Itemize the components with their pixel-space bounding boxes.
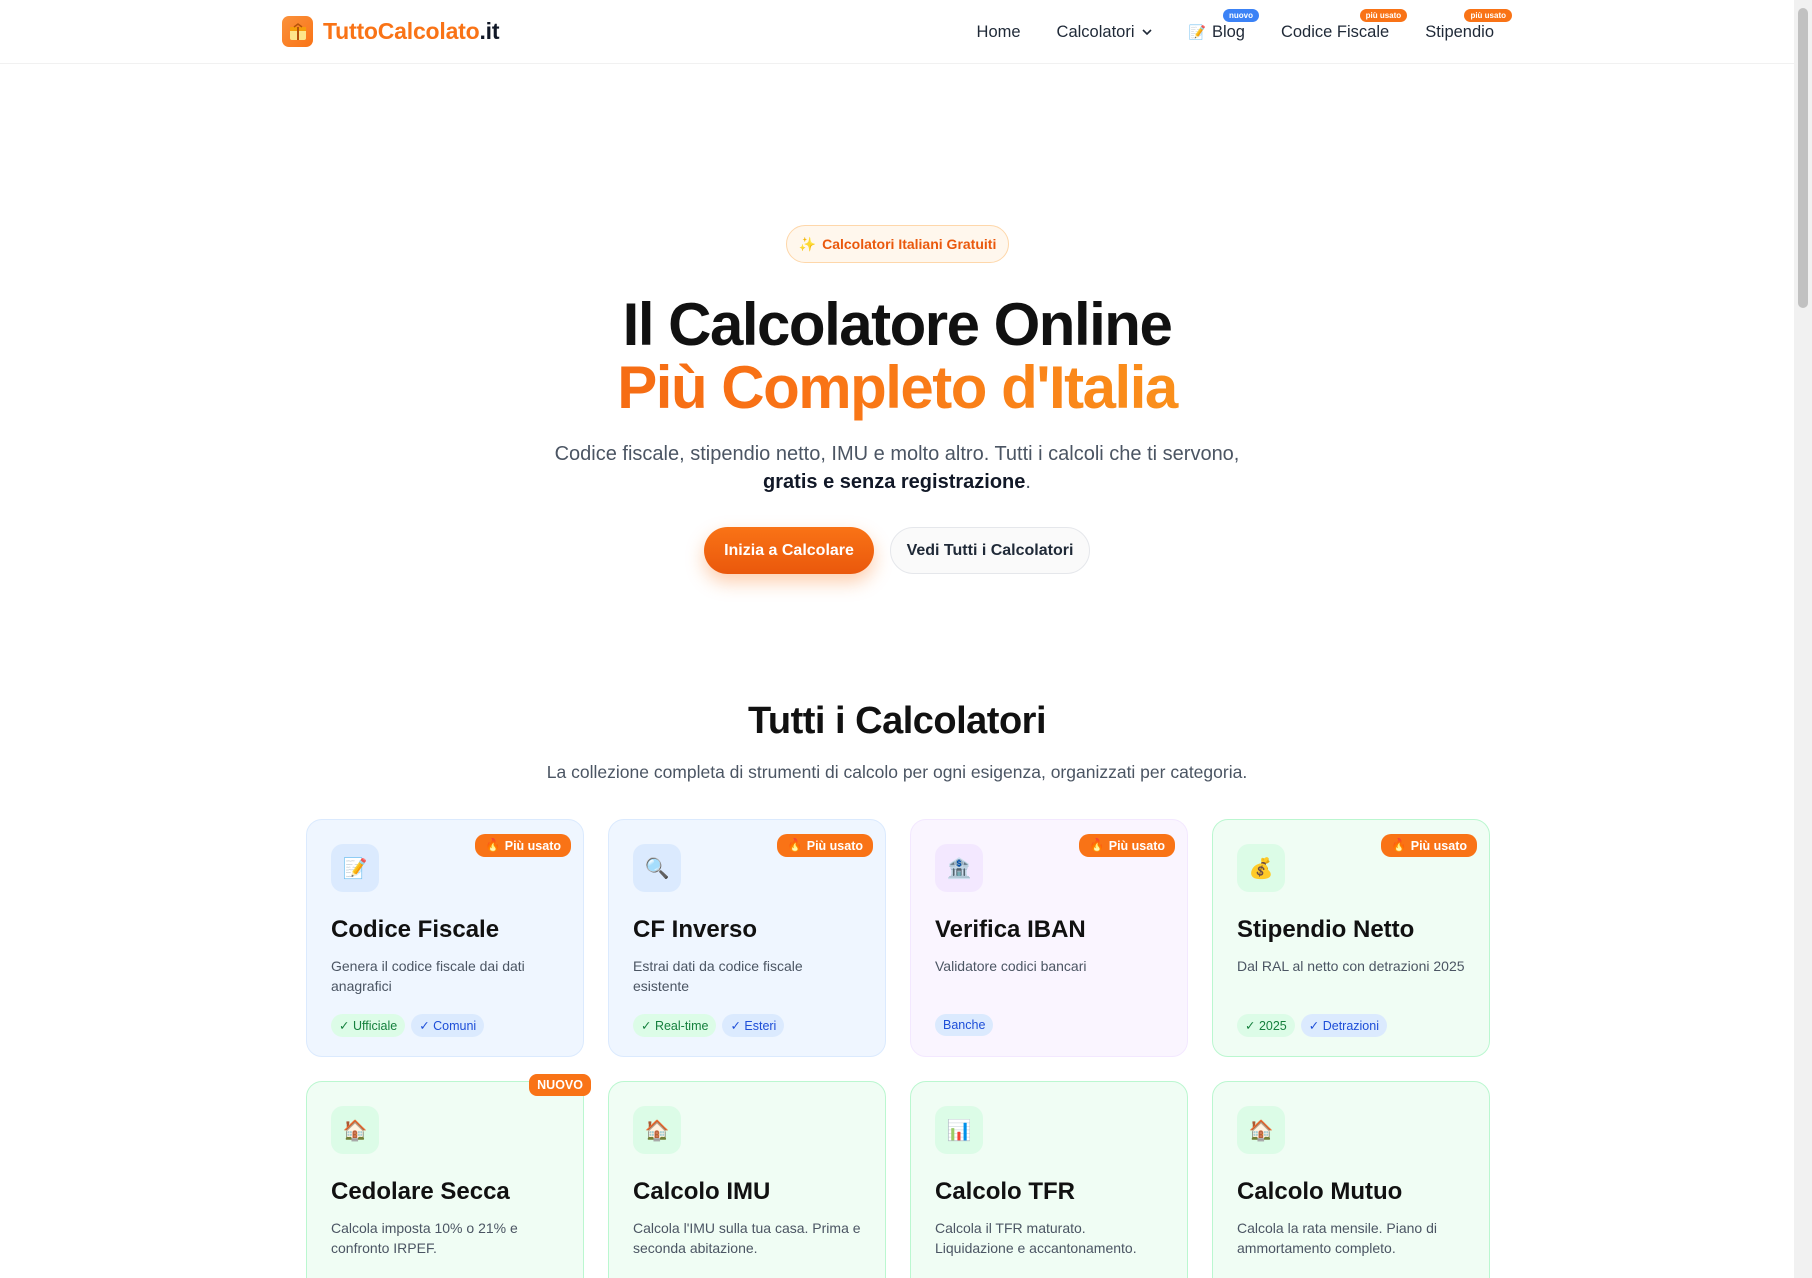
card-description: Dal RAL al netto con detrazioni 2025 (1237, 958, 1465, 974)
section-title: Tutti i Calcolatori (747, 700, 1047, 742)
nav-codice-fiscale[interactable]: Codice Fiscale più usato (1280, 8, 1408, 42)
nav-codice-fiscale-badge: più usato (1359, 8, 1408, 22)
hero-subtitle-end: . (1025, 471, 1031, 493)
card-description: Calcola la rata mensile. Piano di ammort… (1237, 1220, 1437, 1256)
card-badge-label: Più usato (1108, 838, 1165, 853)
card-title: Codice Fiscale (331, 916, 500, 943)
card-tag: ✓ Ufficiale (331, 1014, 406, 1037)
card-tags: ✓ Ufficiale ✓ Comuni (331, 1014, 559, 1037)
card-cedolare-secca[interactable]: NUOVO 🏠 Cedolare Secca Calcola imposta 1… (306, 1074, 591, 1278)
card-tag: ✓ Esteri (722, 1014, 785, 1037)
card-description: Calcola l'IMU sulla tua casa. Prima e se… (633, 1220, 861, 1256)
card-title: CF Inverso (633, 916, 758, 943)
hero-subtitle-text: Codice fiscale, stipendio netto, IMU e m… (554, 443, 1240, 465)
card-badge-label: Più usato (504, 838, 561, 853)
card-stipendio-netto[interactable]: 🔥 Più usato 💰 Stipendio Netto Dal RAL al … (1212, 819, 1490, 1057)
money-bag-icon: 💰 (1237, 844, 1285, 892)
nav-calcolatori-label: Calcolatori (1056, 22, 1135, 41)
card-tag: ✓ 2025 (1237, 1014, 1295, 1037)
card-calcolo-mutuo[interactable]: 🏠 Calcolo Mutuo Calcola la rata mensile.… (1212, 1081, 1490, 1278)
scrollbar-thumb[interactable] (1798, 8, 1808, 308)
view-all-calculators-button[interactable]: Vedi Tutti i Calcolatori (890, 527, 1090, 574)
card-description: Calcola imposta 10% o 21% e confronto IR… (331, 1220, 518, 1256)
nav-codice-fiscale-label: Codice Fiscale (1280, 22, 1390, 41)
sparkles-icon: ✨ (798, 235, 817, 252)
site-header: TuttoCalcolato.it Home Calcolatori 📝 Blo… (0, 0, 1794, 64)
bar-chart-icon: 📊 (935, 1106, 983, 1154)
nav-stipendio-badge: più usato (1464, 8, 1512, 22)
hero-pill-label: Calcolatori Italiani Gratuiti (822, 236, 997, 252)
card-description: Genera il codice fiscale dai dati anagra… (331, 958, 525, 994)
magnifier-icon: 🔍 (633, 844, 681, 892)
section-subtitle: La collezione completa di strumenti di c… (546, 762, 1248, 782)
start-calculating-button[interactable]: Inizia a Calcolare (704, 527, 874, 574)
card-codice-fiscale[interactable]: 🔥 Più usato 📝 Codice Fiscale Genera il co… (306, 819, 584, 1057)
card-description: Validatore codici bancari (935, 958, 1087, 974)
card-title: Stipendio Netto (1237, 916, 1415, 943)
hero-title-line2: Più Completo d'Italia (0, 355, 1794, 421)
card-title: Verifica IBAN (935, 916, 1086, 943)
nav-home[interactable]: Home (977, 23, 1021, 42)
fire-icon: 🔥 (485, 838, 501, 852)
bank-icon: 🏦 (935, 844, 983, 892)
card-tag: ✓ Detrazioni (1300, 1014, 1387, 1037)
page-scrollbar[interactable] (1794, 0, 1812, 1278)
card-calcolo-tfr[interactable]: 📊 Calcolo TFR Calcola il TFR maturato. L… (910, 1081, 1188, 1278)
card-badge: 🔥 Più usato (1381, 834, 1477, 857)
memo-icon: 📝 (1188, 23, 1206, 40)
brand-name: TuttoCalcolato.it (323, 18, 500, 45)
brand-main: TuttoCalcolato (323, 18, 480, 44)
card-badge-new: NUOVO (529, 1074, 591, 1096)
house-icon: 🏠 (1237, 1106, 1285, 1154)
card-tag: Banche (935, 1014, 994, 1036)
card-tags: ✓ 2025 ✓ Detrazioni (1237, 1014, 1465, 1037)
card-badge: 🔥 Più usato (1079, 834, 1175, 857)
card-title: Cedolare Secca (331, 1178, 510, 1205)
card-title: Calcolo IMU (633, 1178, 771, 1205)
card-calcolo-imu[interactable]: 🏠 Calcolo IMU Calcola l'IMU sulla tua ca… (608, 1081, 886, 1278)
card-cf-inverso[interactable]: 🔥 Più usato 🔍 CF Inverso Estrai dati da c… (608, 819, 886, 1057)
card-tags: ✓ Real-time ✓ Esteri (633, 1014, 861, 1037)
logo[interactable]: TuttoCalcolato.it (282, 16, 500, 47)
hero-pill: ✨ Calcolatori Italiani Gratuiti (786, 225, 1009, 263)
calculator-gift-icon (282, 16, 313, 47)
memo-icon: 📝 (331, 844, 379, 892)
house-icon: 🏠 (633, 1106, 681, 1154)
card-description: Estrai dati da codice fiscale esistente (633, 958, 803, 994)
nav-stipendio-label: Stipendio (1425, 22, 1494, 41)
chevron-down-icon (1141, 29, 1152, 36)
nav-blog-label: Blog (1211, 22, 1245, 41)
house-icon: 🏠 (331, 1106, 379, 1154)
hero-title-line1: Il Calcolatore Online (622, 291, 1173, 358)
nav-blog-badge: nuovo (1222, 8, 1259, 22)
fire-icon: 🔥 (1391, 838, 1407, 852)
fire-icon: 🔥 (787, 838, 803, 852)
card-title: Calcolo Mutuo (1237, 1178, 1403, 1205)
nav-home-label: Home (976, 22, 1021, 41)
card-badge: 🔥 Più usato (777, 834, 873, 857)
card-tag: ✓ Comuni (411, 1014, 485, 1037)
main-nav: Home Calcolatori 📝 Blog nuovo Codice Fis… (977, 0, 1512, 64)
hero-subtitle-bold: gratis e senza registrazione (763, 471, 1026, 493)
card-badge-label: Più usato (1410, 838, 1467, 853)
brand-tld: .it (479, 18, 500, 44)
nav-blog[interactable]: 📝 Blog nuovo (1188, 8, 1259, 42)
card-badge: 🔥 Più usato (475, 834, 571, 857)
nav-stipendio[interactable]: Stipendio più usato (1425, 8, 1512, 42)
fire-icon: 🔥 (1089, 838, 1105, 852)
card-description: Calcola il TFR maturato. Liquidazione e … (935, 1220, 1137, 1256)
hero-subtitle: Codice fiscale, stipendio netto, IMU e m… (0, 440, 1794, 496)
card-tags: Banche (935, 1014, 1163, 1036)
card-verifica-iban[interactable]: 🔥 Più usato 🏦 Verifica IBAN Validatore co… (910, 819, 1188, 1057)
card-tag: ✓ Real-time (633, 1014, 717, 1037)
card-badge-label: Più usato (806, 838, 863, 853)
nav-calcolatori[interactable]: Calcolatori (1057, 23, 1153, 42)
card-title: Calcolo TFR (935, 1178, 1076, 1205)
calculators-grid: 🔥 Più usato 📝 Codice Fiscale Genera il co… (306, 819, 1490, 1278)
